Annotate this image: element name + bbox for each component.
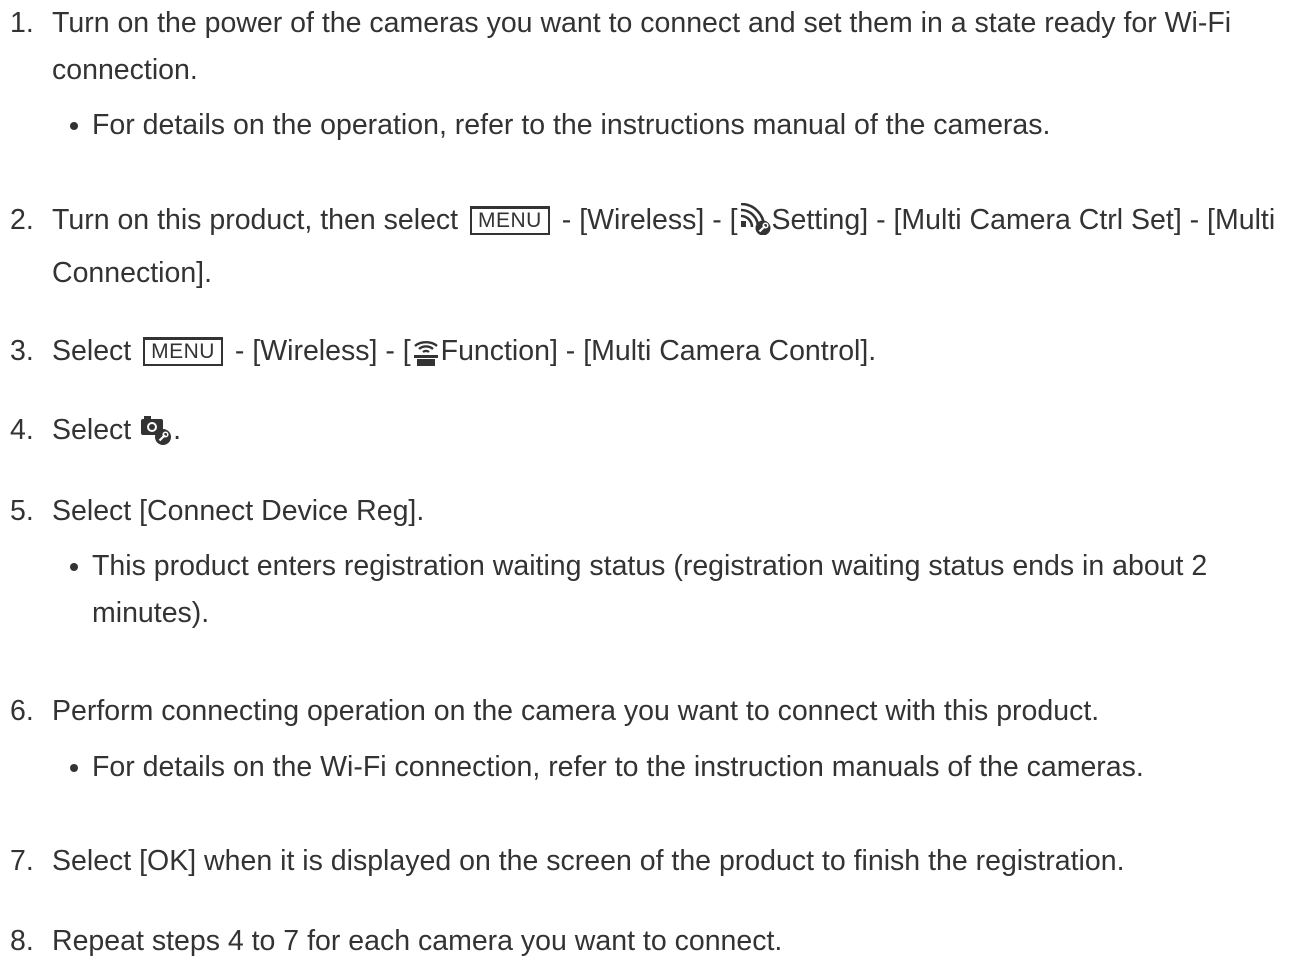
step-6: 6. Perform connecting operation on the c…: [0, 688, 1300, 735]
instructions-document: 1. Turn on the power of the cameras you …: [0, 0, 1310, 958]
wifi-setting-icon: [738, 202, 772, 250]
step-number: 7.: [10, 845, 34, 877]
step-3: 3. Select MENU - [Wireless] - [ Function…: [0, 328, 1300, 381]
step-text-mid: - [Wireless] - [: [561, 204, 738, 236]
step-number: 6.: [10, 695, 34, 727]
step-5-note: This product enters registration waiting…: [0, 543, 1300, 637]
note-text: For details on the Wi-Fi connection, ref…: [92, 751, 1144, 783]
step-text: Select MENU - [Wireless] - [ Function] -…: [52, 328, 1300, 381]
bullet-dot: [70, 563, 78, 571]
step-number: 4.: [10, 414, 34, 446]
note-text: This product enters registration waiting…: [92, 550, 1208, 629]
wifi-function-icon: [411, 334, 441, 381]
step-text: Turn on this product, then select MENU -…: [52, 197, 1300, 297]
step-6-note: For details on the Wi-Fi connection, ref…: [0, 744, 1300, 791]
step-number: 1.: [10, 7, 34, 39]
step-text-pre: Turn on this product, then select: [52, 204, 459, 236]
step-text-mid: - [Wireless] - [: [234, 335, 411, 367]
step-text: Select .: [52, 407, 1300, 460]
step-7: 7. Select [OK] when it is displayed on t…: [0, 838, 1300, 885]
bullet-dot: [70, 122, 78, 130]
step-4: 4. Select .: [0, 407, 1300, 460]
step-text: Turn on the power of the cameras you wan…: [52, 7, 1232, 86]
step-1: 1. Turn on the power of the cameras you …: [0, 0, 1300, 94]
step-5: 5. Select [Connect Device Reg].: [0, 488, 1300, 535]
menu-key: MENU: [470, 206, 550, 235]
step-text: Select [OK] when it is displayed on the …: [52, 845, 1125, 877]
note-text: For details on the operation, refer to t…: [92, 109, 1051, 141]
step-text: Select [Connect Device Reg].: [52, 495, 425, 527]
step-number: 2.: [10, 204, 34, 236]
step-text-post: Function] - [Multi Camera Control].: [440, 335, 877, 367]
menu-key: MENU: [143, 337, 223, 366]
step-text-pre: Select: [52, 414, 132, 446]
step-text: Perform connecting operation on the came…: [52, 695, 1100, 727]
step-text-pre: Select: [52, 335, 132, 367]
bullet-dot: [70, 764, 78, 772]
step-1-note: For details on the operation, refer to t…: [0, 102, 1300, 149]
step-2: 2. Turn on this product, then select MEN…: [0, 197, 1300, 297]
step-number: 5.: [10, 495, 34, 527]
step-number: 3.: [10, 335, 34, 367]
step-text-post: .: [173, 414, 182, 446]
camera-setting-icon: [139, 413, 173, 460]
